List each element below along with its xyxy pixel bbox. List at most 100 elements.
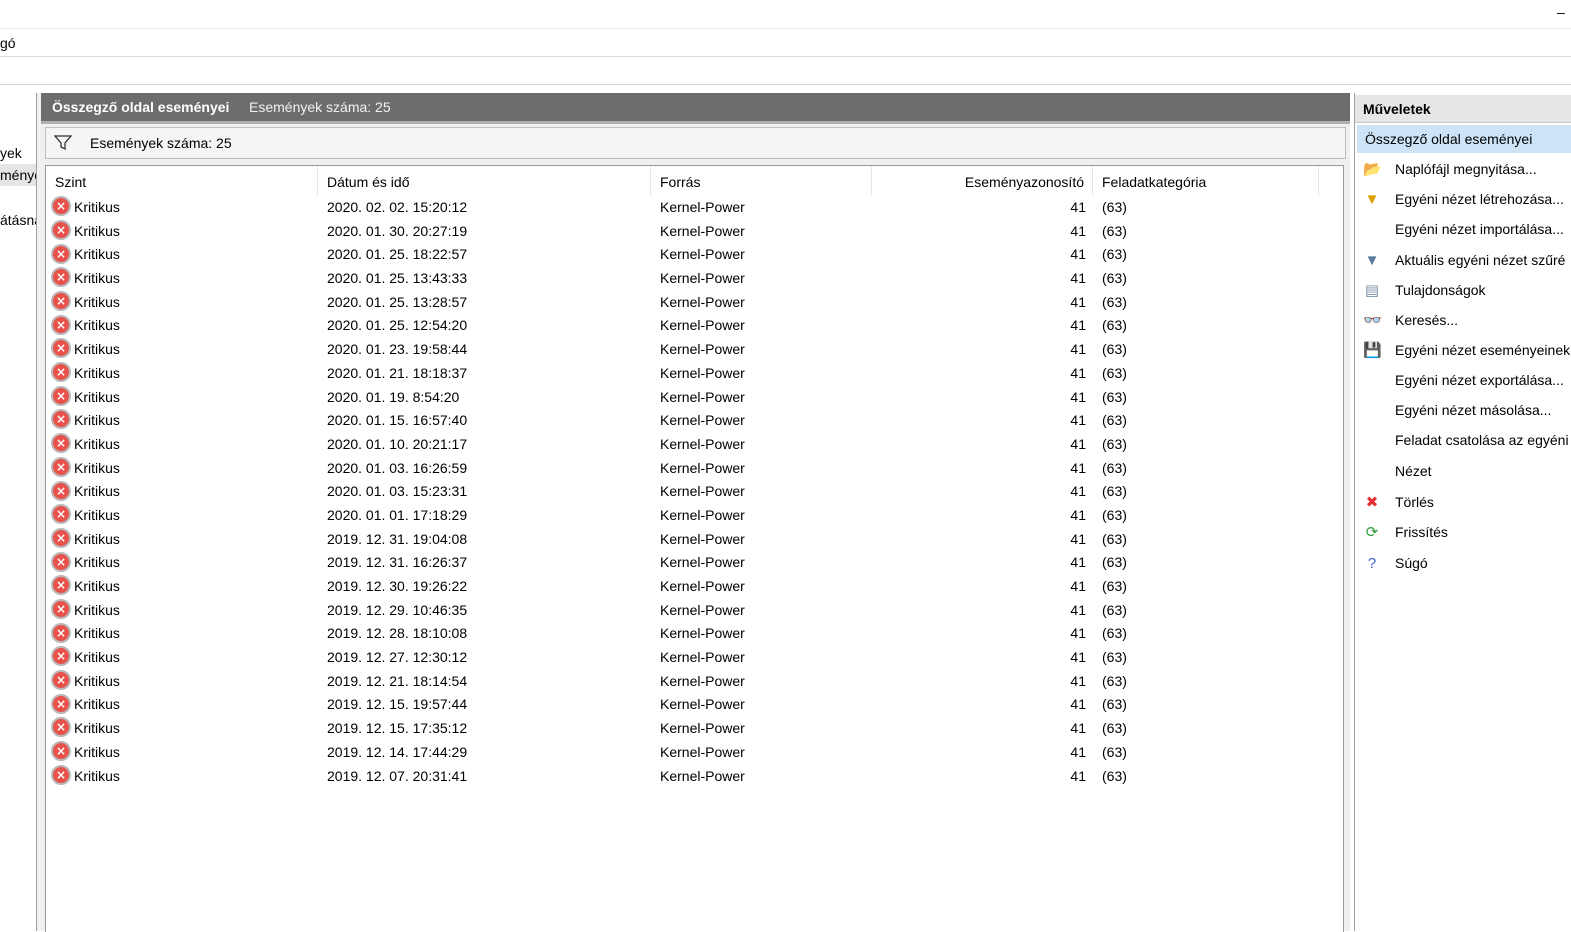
cell-event-id-text: 41 <box>1070 459 1086 476</box>
cell-event-id-text: 41 <box>1070 554 1086 571</box>
critical-error-icon: × <box>51 741 71 762</box>
action-label: Egyéni nézet importálása... <box>1395 221 1564 237</box>
table-row[interactable]: × Kritikus 2020. 01. 21. 18:18:37 Kernel-Po… <box>46 362 1343 386</box>
cell-source: Kernel-Power <box>660 528 870 552</box>
minimize-button[interactable]: – <box>1557 4 1571 20</box>
table-row[interactable]: × Kritikus 2020. 01. 03. 15:23:31 Kernel-Po… <box>46 480 1343 504</box>
table-row[interactable]: × Kritikus 2020. 01. 25. 13:28:57 Kernel-Po… <box>46 291 1343 315</box>
cell-event-id-text: 41 <box>1070 341 1086 358</box>
cell-source: Kernel-Power <box>660 717 870 741</box>
table-row[interactable]: × Kritikus 2019. 12. 30. 19:26:22 Kernel-Po… <box>46 575 1343 599</box>
cell-event-id-text: 41 <box>1070 483 1086 500</box>
table-row[interactable]: × Kritikus 2019. 12. 31. 19:04:08 Kernel-Po… <box>46 527 1343 552</box>
action-item[interactable]: ▤ Tulajdonságok <box>1355 276 1571 306</box>
events-panel: Összegző oldal eseményei Események száma… <box>41 93 1350 932</box>
table-row[interactable]: × Kritikus 2020. 01. 03. 16:26:59 Kernel-Po… <box>46 456 1343 481</box>
cell-task-category: (63) <box>1102 409 1312 433</box>
action-item[interactable]: 👓 Keresés... <box>1355 306 1571 336</box>
table-row[interactable]: × Kritikus 2020. 01. 25. 13:43:33 Kernel-Po… <box>46 267 1343 291</box>
action-item[interactable]: 📂 Naplófájl megnyitása... <box>1355 155 1571 185</box>
column-header-event-id[interactable]: Eseményazonosító <box>872 166 1093 196</box>
cell-source-text: Kernel-Power <box>660 459 745 476</box>
table-row[interactable]: × Kritikus 2019. 12. 15. 17:35:12 Kernel-Po… <box>46 717 1343 741</box>
cell-source: Kernel-Power <box>660 693 870 717</box>
action-item[interactable]: Feladat csatolása az egyéni <box>1355 426 1571 456</box>
table-body: × Kritikus 2020. 02. 02. 15:20:12 Kernel-Po… <box>46 196 1343 788</box>
column-header-level[interactable]: Szint <box>46 166 318 196</box>
action-item[interactable]: ⟳ Frissítés <box>1355 518 1571 548</box>
cell-date-text: 2019. 12. 31. 19:04:08 <box>327 530 468 547</box>
table-row[interactable]: × Kritikus 2019. 12. 31. 16:26:37 Kernel-Po… <box>46 551 1343 575</box>
action-label: Tulajdonságok <box>1395 282 1486 298</box>
cell-source: Kernel-Power <box>660 670 870 694</box>
action-item[interactable]: Egyéni nézet importálása... <box>1355 215 1571 245</box>
critical-error-icon: × <box>51 456 71 477</box>
cell-event-id-text: 41 <box>1070 672 1086 689</box>
cell-date: 2020. 01. 01. 17:18:29 <box>327 504 647 528</box>
cell-event-id-text: 41 <box>1070 412 1086 429</box>
table-row[interactable]: × Kritikus 2019. 12. 29. 10:46:35 Kernel-Po… <box>46 598 1343 623</box>
tree-item-selected[interactable]: ménye <box>0 164 36 186</box>
table-row[interactable]: × Kritikus 2019. 12. 27. 12:30:12 Kernel-Po… <box>46 646 1343 670</box>
table-row[interactable]: × Kritikus 2020. 02. 02. 15:20:12 Kernel-Po… <box>46 196 1343 220</box>
actions-section-header[interactable]: Összegző oldal eseményei <box>1357 125 1571 153</box>
action-item[interactable]: Nézet <box>1355 457 1571 487</box>
action-label: Feladat csatolása az egyéni <box>1395 432 1569 448</box>
cell-event-id: 41 <box>872 196 1086 220</box>
cell-event-id: 41 <box>872 504 1086 528</box>
cell-source-text: Kernel-Power <box>660 649 745 666</box>
tree-item[interactable]: yek <box>0 142 22 164</box>
cell-event-id: 41 <box>872 243 1086 267</box>
action-item[interactable]: ▼ Aktuális egyéni nézet szűré <box>1355 246 1571 276</box>
cell-source-text: Kernel-Power <box>660 767 745 784</box>
action-item[interactable]: Egyéni nézet exportálása... <box>1355 366 1571 396</box>
refresh-icon: ⟳ <box>1365 524 1379 541</box>
cell-date-text: 2019. 12. 21. 18:14:54 <box>327 672 468 689</box>
cell-task-category: (63) <box>1102 693 1312 717</box>
table-row[interactable]: × Kritikus 2019. 12. 21. 18:14:54 Kernel-Po… <box>46 670 1343 694</box>
action-item[interactable]: ▼ Egyéni nézet létrehozása... <box>1355 185 1571 215</box>
critical-error-icon: × <box>51 622 71 643</box>
table-row[interactable]: × Kritikus 2020. 01. 30. 20:27:19 Kernel-Po… <box>46 219 1343 244</box>
cell-event-id-text: 41 <box>1070 625 1086 642</box>
table-row[interactable]: × Kritikus 2020. 01. 10. 20:21:17 Kernel-Po… <box>46 433 1343 457</box>
table-row[interactable]: × Kritikus 2020. 01. 23. 19:58:44 Kernel-Po… <box>46 338 1343 362</box>
table-row[interactable]: × Kritikus 2020. 01. 25. 18:22:57 Kernel-Po… <box>46 243 1343 267</box>
cell-date: 2020. 01. 10. 20:21:17 <box>327 433 647 457</box>
cell-task-category-text: (63) <box>1102 649 1127 666</box>
table-row[interactable]: × Kritikus 2019. 12. 28. 18:10:08 Kernel-Po… <box>46 622 1343 646</box>
table-row[interactable]: × Kritikus 2020. 01. 25. 12:54:20 Kernel-Po… <box>46 314 1343 338</box>
table-row[interactable]: × Kritikus 2019. 12. 14. 17:44:29 Kernel-Po… <box>46 741 1343 765</box>
cell-level: × Kritikus <box>51 362 316 386</box>
table-row[interactable]: × Kritikus 2020. 01. 15. 16:57:40 Kernel-Po… <box>46 409 1343 433</box>
table-row[interactable]: × Kritikus 2019. 12. 15. 19:57:44 Kernel-Po… <box>46 693 1343 717</box>
filter-icon <box>54 135 72 151</box>
cell-date: 2020. 01. 21. 18:18:37 <box>327 362 647 386</box>
column-header-date[interactable]: Dátum és idő <box>318 166 651 196</box>
table-row[interactable]: × Kritikus 2019. 12. 07. 20:31:41 Kernel-Po… <box>46 764 1343 789</box>
table-row[interactable]: × Kritikus 2020. 01. 01. 17:18:29 Kernel-Po… <box>46 504 1343 528</box>
events-table: Szint Dátum és idő Forrás Eseményazonosí… <box>45 165 1344 932</box>
tree-item[interactable]: átásna <box>0 209 36 231</box>
cell-level-text: Kritikus <box>74 530 120 547</box>
action-item[interactable]: 💾 Egyéni nézet eseményeinek <box>1355 336 1571 366</box>
column-header-task-category[interactable]: Feladatkategória <box>1093 166 1319 196</box>
cell-event-id: 41 <box>872 646 1086 670</box>
cell-level-text: Kritikus <box>74 199 120 215</box>
table-row[interactable]: × Kritikus 2020. 01. 19. 8:54:20 Kernel-Pow… <box>46 385 1343 410</box>
cell-date-text: 2020. 01. 03. 16:26:59 <box>327 459 468 476</box>
cell-date-text: 2020. 01. 19. 8:54:20 <box>327 388 460 405</box>
action-item[interactable]: ✖ Törlés <box>1355 488 1571 518</box>
cell-source-text: Kernel-Power <box>660 554 745 571</box>
cell-event-id: 41 <box>872 765 1086 789</box>
column-header-source[interactable]: Forrás <box>651 166 872 196</box>
cell-task-category: (63) <box>1102 670 1312 694</box>
action-item[interactable]: Egyéni nézet másolása... <box>1355 396 1571 426</box>
action-item[interactable]: ? Súgó <box>1355 549 1571 579</box>
cell-event-id: 41 <box>872 386 1086 410</box>
cell-task-category-text: (63) <box>1102 530 1127 547</box>
cell-date-text: 2020. 01. 25. 12:54:20 <box>327 317 468 334</box>
menu-item-help[interactable]: gó <box>0 35 16 51</box>
cell-date-text: 2020. 02. 02. 15:20:12 <box>327 199 468 215</box>
cell-level-text: Kritikus <box>74 649 120 666</box>
